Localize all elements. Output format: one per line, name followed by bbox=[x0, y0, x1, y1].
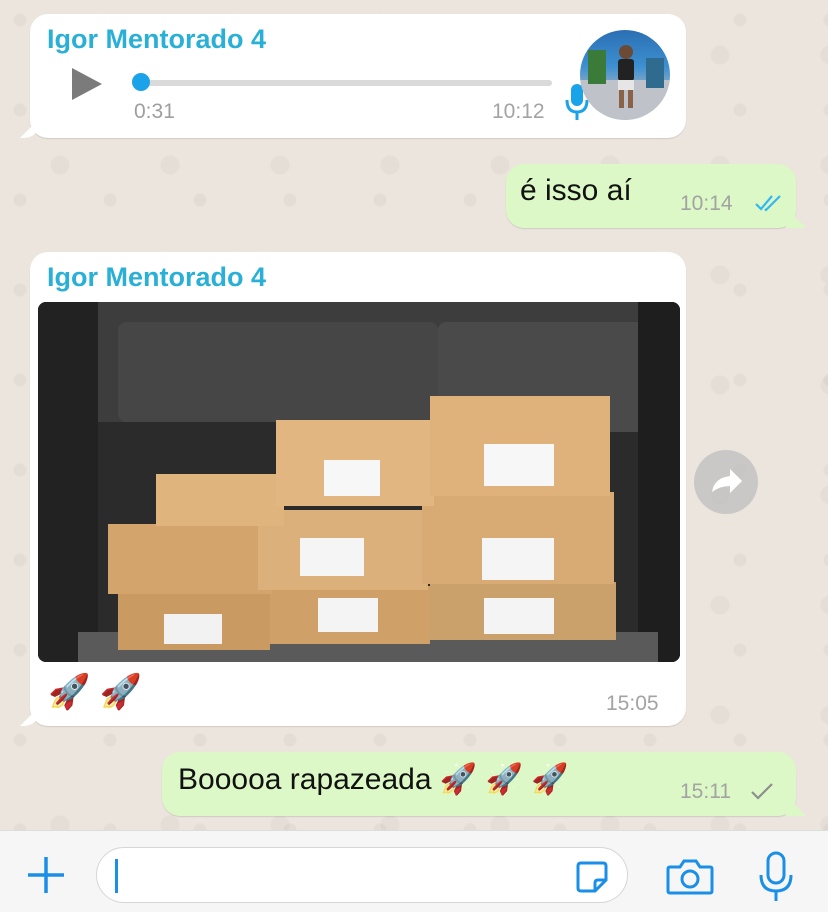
message-time: 10:14 bbox=[680, 192, 733, 215]
plus-icon[interactable] bbox=[24, 853, 68, 897]
forward-button[interactable] bbox=[694, 450, 758, 514]
text-caret bbox=[115, 859, 118, 893]
camera-icon[interactable] bbox=[666, 857, 714, 897]
microphone-icon[interactable] bbox=[758, 851, 794, 903]
sender-name: Igor Mentorado 4 bbox=[47, 262, 267, 292]
sender-name: Igor Mentorado 4 bbox=[47, 24, 267, 54]
message-text: é isso aí bbox=[520, 174, 632, 207]
message-photo[interactable] bbox=[38, 302, 680, 662]
message-time: 15:05 bbox=[606, 692, 659, 715]
message-time: 10:12 bbox=[492, 100, 545, 123]
message-caption: 🚀 🚀 bbox=[48, 673, 143, 711]
voice-progress-handle[interactable] bbox=[132, 73, 150, 91]
forward-arrow-icon bbox=[712, 469, 742, 493]
avatar-photo-icon bbox=[580, 45, 670, 120]
image-message-bubble[interactable]: Igor Mentorado 4 🚀 🚀 15:05 bbox=[30, 252, 686, 726]
voice-duration: 0:31 bbox=[134, 100, 175, 123]
message-composer bbox=[0, 830, 828, 912]
outgoing-message-bubble[interactable]: é isso aí 10:14 bbox=[506, 164, 796, 228]
chat-background: Igor Mentorado 4 0:31 10:12 é isso aí 10… bbox=[0, 0, 828, 830]
voice-message-bubble[interactable]: Igor Mentorado 4 0:31 10:12 bbox=[30, 14, 686, 138]
outgoing-message-bubble[interactable]: Booooa rapazeada 🚀 🚀 🚀 15:11 bbox=[162, 752, 796, 816]
sticker-icon[interactable] bbox=[575, 860, 609, 894]
voice-progress-track[interactable] bbox=[140, 80, 552, 86]
message-text: Booooa rapazeada 🚀 🚀 🚀 bbox=[178, 763, 569, 796]
play-icon[interactable] bbox=[70, 66, 104, 102]
avatar[interactable] bbox=[580, 30, 670, 120]
message-input[interactable] bbox=[96, 847, 628, 903]
boxes-in-car-trunk-image bbox=[38, 302, 680, 662]
read-receipt-icon bbox=[755, 195, 781, 212]
message-time: 15:11 bbox=[680, 780, 731, 803]
sent-check-icon bbox=[751, 783, 773, 800]
